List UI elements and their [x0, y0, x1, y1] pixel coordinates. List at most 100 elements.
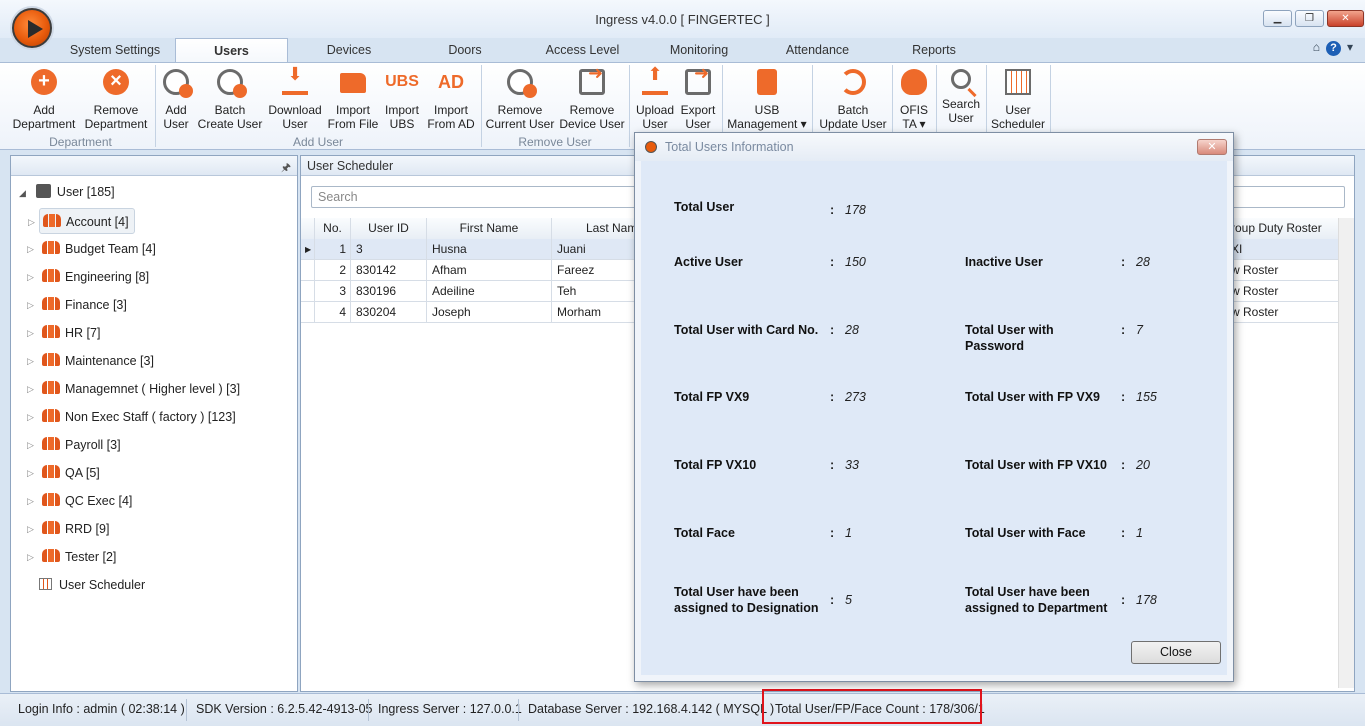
expand-icon[interactable]: ▷ [27, 404, 34, 430]
expand-icon[interactable]: ▷ [27, 460, 34, 486]
add-user-button[interactable]: Add User [158, 65, 194, 131]
column-header-user-id[interactable]: User ID [351, 218, 427, 239]
window-title: Ingress v4.0.0 [ FINGERTEC ] [595, 12, 770, 27]
close-button[interactable]: Close [1131, 641, 1221, 664]
chevron-down-icon[interactable]: ▾ [1347, 40, 1353, 54]
expand-icon[interactable]: ▷ [27, 236, 34, 262]
column-header-last-name[interactable]: Last Nam [552, 218, 635, 239]
column-header-first-name[interactable]: First Name [427, 218, 552, 239]
tab-users[interactable]: Users [175, 38, 288, 62]
tree-item[interactable]: ▷ HR [7] [27, 320, 100, 346]
add-department-button[interactable]: AddDepartment [8, 65, 80, 131]
tab-devices[interactable]: Devices [300, 38, 398, 62]
group-icon [42, 381, 60, 394]
group-icon [42, 325, 60, 338]
usb-management-button[interactable]: USB Management ▾ [725, 65, 809, 131]
ingress-server: Ingress Server : 127.0.0.1 [378, 702, 522, 716]
ofis-ta-button[interactable]: OFIS TA ▾ [895, 65, 933, 131]
download-user-button[interactable]: DownloadUser [265, 65, 325, 131]
sdk-version: SDK Version : 6.2.5.42-4913-05 [196, 702, 373, 716]
tab-attendance[interactable]: Attendance [770, 38, 865, 62]
status-bar: Login Info : admin ( 02:38:14 ) SDK Vers… [0, 693, 1365, 726]
group-label-add-user: Add User [292, 135, 344, 149]
group-icon [42, 353, 60, 366]
close-window-button[interactable]: ✕ [1327, 10, 1364, 27]
help-icon[interactable]: ? [1325, 41, 1341, 56]
app-icon [645, 141, 657, 153]
collapse-icon[interactable]: ◢ [19, 188, 26, 198]
tree-item[interactable]: ▷ QC Exec [4] [27, 488, 132, 514]
batch-update-user-button[interactable]: Batch Update User [816, 65, 890, 131]
tab-monitoring[interactable]: Monitoring [650, 38, 748, 62]
expand-icon[interactable]: ▷ [27, 348, 34, 374]
tab-tools: ⌂? ▾ [1313, 40, 1353, 56]
remove-department-button[interactable]: RemoveDepartment [80, 65, 152, 131]
expand-icon[interactable]: ▷ [27, 264, 34, 290]
usb-icon [757, 69, 777, 95]
remove-device-user-button[interactable]: RemoveDevice User [558, 65, 626, 131]
tree-item[interactable]: ▷ Engineering [8] [27, 264, 149, 290]
tab-access-level[interactable]: Access Level [530, 38, 635, 62]
remove-user-icon [507, 69, 537, 98]
user-group-icon [35, 184, 51, 198]
export-icon [685, 66, 711, 95]
department-tree-panel: 🖈 ◢ User [185] ▷ Account [4] ▷ Budget Team … [10, 155, 298, 692]
tree-item[interactable]: ▷ Budget Team [4] [27, 236, 156, 262]
expand-icon[interactable]: ▷ [27, 376, 34, 402]
upload-icon [642, 67, 668, 95]
minimize-button[interactable]: ▁ [1263, 10, 1292, 27]
tree-item[interactable]: ▷ Payroll [3] [27, 432, 121, 458]
total-user-label: Total User [674, 200, 735, 214]
import-ubs-button[interactable]: UBS Import UBS [381, 65, 423, 131]
remove-circle-icon [103, 69, 129, 95]
tree-root-user[interactable]: ◢ User [185] [19, 184, 115, 199]
tree-item[interactable]: ▷ Non Exec Staff ( factory ) [123] [27, 404, 236, 430]
windows-icon: AD [438, 72, 464, 92]
tab-reports[interactable]: Reports [890, 38, 978, 62]
import-from-file-button[interactable]: Import From File [326, 65, 380, 131]
grid-scrollbar[interactable] [1338, 218, 1354, 688]
search-icon [951, 69, 971, 89]
pin-icon[interactable]: 🖈 [281, 159, 291, 178]
tree-item[interactable]: ▷ Finance [3] [27, 292, 127, 318]
group-icon [42, 409, 60, 422]
group-icon [43, 214, 61, 227]
group-icon [42, 465, 60, 478]
group-icon [42, 549, 60, 562]
import-from-ad-button[interactable]: AD Import From AD [425, 65, 477, 131]
expand-icon[interactable]: ▷ [27, 292, 34, 318]
expand-icon[interactable]: ▷ [27, 432, 34, 458]
expand-icon[interactable]: ▷ [27, 320, 34, 346]
tree-item[interactable]: ▷ Tester [2] [27, 544, 116, 570]
tree-item[interactable]: ▷ Managemnet ( Higher level ) [3] [27, 376, 240, 402]
expand-icon[interactable]: ▷ [27, 488, 34, 514]
collapse-ribbon-icon[interactable]: ⌂ [1313, 40, 1320, 54]
ribbon-tabs: System Settings Users Devices Doors Acce… [0, 38, 1365, 62]
export-user-button[interactable]: ExportUser [678, 65, 718, 131]
user-scheduler-button[interactable]: User Scheduler [988, 65, 1048, 131]
tree-item[interactable]: ▷ Maintenance [3] [27, 348, 154, 374]
tab-system-settings[interactable]: System Settings [56, 38, 174, 62]
column-header-no[interactable]: No. [315, 218, 351, 239]
tree-item[interactable]: ▷ QA [5] [27, 460, 100, 486]
tree-item-account[interactable]: ▷ Account [4] [28, 208, 135, 234]
batch-create-user-button[interactable]: Batch Create User [196, 65, 264, 131]
remove-current-user-button[interactable]: Remove Current User [484, 65, 556, 131]
expand-icon[interactable]: ▷ [28, 209, 35, 235]
tab-doors[interactable]: Doors [420, 38, 510, 62]
upload-user-button[interactable]: UploadUser [633, 65, 677, 131]
restore-button[interactable]: ❐ [1295, 10, 1324, 27]
column-header-group-duty-roster[interactable]: roup Duty Roster [1226, 218, 1339, 239]
tree-item-user-scheduler[interactable]: User Scheduler [39, 572, 145, 598]
login-info: Login Info : admin ( 02:38:14 ) [18, 702, 185, 716]
batch-user-icon [217, 69, 247, 98]
expand-icon[interactable]: ▷ [27, 544, 34, 570]
group-icon [42, 521, 60, 534]
calendar-icon [1005, 69, 1031, 95]
dialog-close-icon[interactable]: ✕ [1197, 139, 1227, 155]
group-icon [42, 269, 60, 282]
expand-icon[interactable]: ▷ [27, 516, 34, 542]
search-user-button[interactable]: Search User [939, 65, 983, 125]
tree-item[interactable]: ▷ RRD [9] [27, 516, 109, 542]
group-label-department: Department [49, 135, 112, 149]
